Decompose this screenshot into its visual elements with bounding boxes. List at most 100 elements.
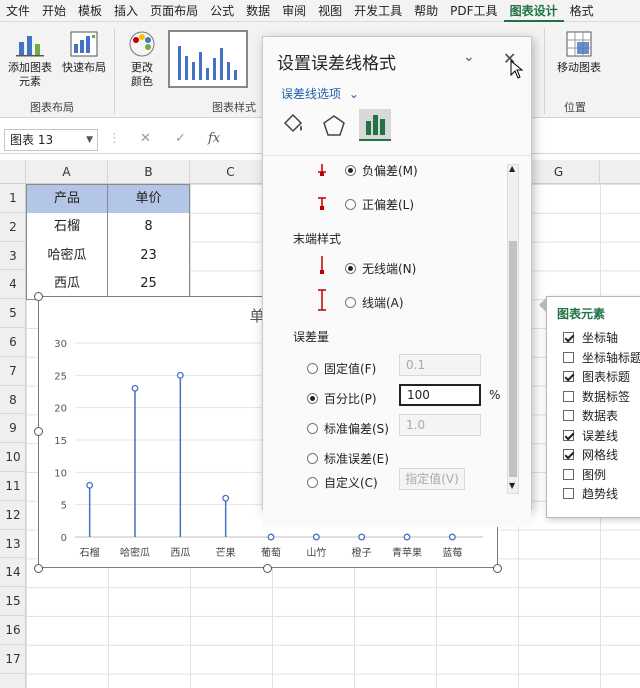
std-error-option[interactable]: 标准误差(E)	[307, 450, 389, 467]
minus-radio[interactable]	[345, 165, 356, 176]
pane-scrollbar[interactable]: ▲ ▼	[507, 164, 519, 494]
move-chart-button[interactable]: 移动图表	[550, 30, 608, 75]
table-header-cell[interactable]: 单价	[108, 184, 190, 214]
row-header[interactable]: 1	[0, 184, 26, 213]
row-header[interactable]: 10	[0, 443, 26, 472]
chart-element-item[interactable]: 数据标签	[563, 388, 630, 405]
column-header[interactable]: A	[26, 160, 108, 184]
fixed-radio[interactable]	[307, 363, 318, 374]
resize-handle[interactable]	[263, 564, 272, 573]
std-dev-input[interactable]: 1.0	[399, 414, 481, 436]
tab-5[interactable]: 公式	[204, 0, 240, 22]
checkbox[interactable]	[563, 449, 574, 460]
tab-3[interactable]: 插入	[108, 0, 144, 22]
tab-7[interactable]: 审阅	[276, 0, 312, 22]
row-header[interactable]: 3	[0, 242, 26, 271]
fill-line-tab[interactable]	[277, 111, 307, 141]
tab-4[interactable]: 页面布局	[144, 0, 204, 22]
cap-option[interactable]: 线端(A)	[345, 294, 404, 311]
row-header[interactable]: 16	[0, 616, 26, 645]
enter-icon[interactable]: ✓	[175, 131, 186, 146]
tab-0[interactable]: 文件	[0, 0, 36, 22]
select-all-corner[interactable]	[0, 160, 26, 184]
name-box[interactable]: 图表 13 ▼	[4, 129, 98, 151]
table-cell[interactable]: 石榴	[26, 212, 108, 243]
chart-element-item[interactable]: 网格线	[563, 446, 618, 463]
effects-tab[interactable]	[319, 111, 349, 141]
specify-value-button[interactable]: 指定值(V)	[399, 468, 465, 490]
checkbox[interactable]	[563, 351, 574, 363]
row-header[interactable]: 6	[0, 328, 26, 357]
add-chart-element-button[interactable]: 添加图表 元素	[4, 30, 56, 89]
tab-10[interactable]: 帮助	[408, 0, 444, 22]
percentage-option[interactable]: 百分比(P)	[307, 390, 377, 407]
checkbox[interactable]	[563, 488, 574, 499]
no-cap-option[interactable]: 无线端(N)	[345, 260, 416, 277]
cap-radio[interactable]	[345, 297, 356, 308]
chart-element-item[interactable]: 数据表	[563, 407, 618, 424]
resize-handle[interactable]	[493, 564, 502, 573]
row-header[interactable]: 7	[0, 357, 26, 386]
row-header[interactable]: 9	[0, 414, 26, 444]
resize-handle[interactable]	[34, 427, 43, 436]
std-dev-radio[interactable]	[307, 423, 318, 434]
chart-element-item[interactable]: 图例	[563, 466, 606, 483]
tab-2[interactable]: 模板	[72, 0, 108, 22]
table-header-cell[interactable]: 产品	[26, 184, 108, 214]
checkbox[interactable]	[563, 332, 574, 343]
tab-12[interactable]: 图表设计	[503, 0, 564, 22]
cancel-icon[interactable]: ✕	[140, 131, 151, 146]
chart-element-item[interactable]: 坐标轴标题	[563, 349, 640, 366]
fixed-value-input[interactable]: 0.1	[399, 354, 481, 376]
tab-11[interactable]: PDF工具	[444, 0, 503, 22]
table-cell[interactable]: 8	[108, 212, 190, 243]
row-header[interactable]: 8	[0, 386, 26, 415]
chart-element-item[interactable]: 误差线	[563, 427, 618, 444]
resize-handle[interactable]	[34, 292, 43, 301]
error-bar-options-dropdown[interactable]: 误差线选项 ⌄	[281, 85, 359, 102]
chevron-down-icon[interactable]: ⌄	[463, 49, 475, 65]
custom-option[interactable]: 自定义(C)	[307, 474, 378, 491]
scroll-down-icon[interactable]: ▼	[509, 481, 515, 490]
chart-style-thumbnail[interactable]	[168, 30, 248, 88]
row-header[interactable]: 12	[0, 501, 26, 530]
row-header[interactable]: 2	[0, 213, 26, 242]
row-header[interactable]: 5	[0, 299, 26, 328]
plus-option[interactable]: 正偏差(L)	[345, 196, 414, 213]
chevron-down-icon[interactable]: ▼	[86, 130, 93, 150]
std-error-radio[interactable]	[307, 453, 318, 464]
custom-radio[interactable]	[307, 477, 318, 488]
checkbox[interactable]	[563, 468, 574, 480]
column-header[interactable]: C	[190, 160, 272, 184]
checkbox[interactable]	[563, 371, 574, 382]
checkbox[interactable]	[563, 410, 574, 421]
tab-13[interactable]: 格式	[564, 0, 600, 22]
row-header[interactable]: 13	[0, 530, 26, 559]
table-cell[interactable]: 哈密瓜	[26, 241, 108, 272]
no-cap-radio[interactable]	[345, 263, 356, 274]
chart-element-item[interactable]: 坐标轴	[563, 329, 618, 346]
scrollbar-thumb[interactable]	[509, 241, 517, 477]
scroll-up-icon[interactable]: ▲	[509, 164, 515, 173]
row-header[interactable]: 15	[0, 587, 26, 616]
plus-radio[interactable]	[345, 199, 356, 210]
chart-element-item[interactable]: 图表标题	[563, 368, 630, 385]
tab-8[interactable]: 视图	[312, 0, 348, 22]
change-colors-button[interactable]: 更改 颜色	[118, 30, 166, 89]
row-header[interactable]: 4	[0, 270, 26, 300]
function-icon[interactable]: fx	[208, 131, 220, 146]
minus-option[interactable]: 负偏差(M)	[345, 162, 418, 179]
row-header[interactable]: 17	[0, 645, 26, 674]
std-dev-option[interactable]: 标准偏差(S)	[307, 420, 389, 437]
error-bar-options-tab[interactable]	[359, 109, 391, 141]
tab-6[interactable]: 数据	[240, 0, 276, 22]
checkbox[interactable]	[563, 390, 574, 402]
resize-handle[interactable]	[34, 564, 43, 573]
tab-9[interactable]: 开发工具	[348, 0, 408, 22]
percentage-radio[interactable]	[307, 393, 318, 404]
percentage-input[interactable]: 100	[399, 384, 481, 406]
checkbox[interactable]	[563, 429, 574, 441]
row-header[interactable]: 14	[0, 558, 26, 588]
row-header[interactable]: 11	[0, 472, 26, 501]
chart-element-item[interactable]: 趋势线	[563, 485, 618, 502]
